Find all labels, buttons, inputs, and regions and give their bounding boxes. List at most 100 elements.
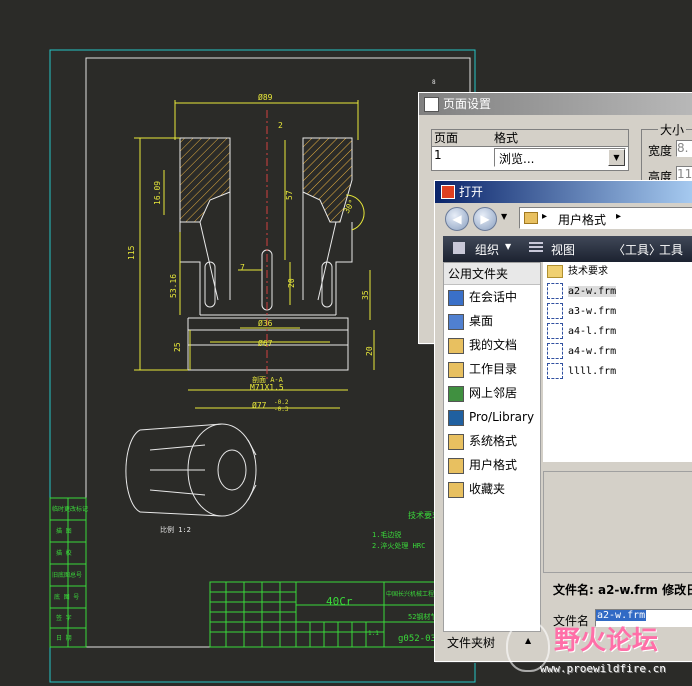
col-page-header[interactable]: 页面 <box>432 130 493 147</box>
left-label-1: 描 图 <box>56 527 72 535</box>
sidebar-item-label: 在会话中 <box>469 290 518 304</box>
frm-file-icon <box>547 323 563 339</box>
dim-67: Ø67 <box>258 338 273 348</box>
page-setup-titlebar[interactable]: 页面设置 <box>419 93 692 115</box>
page-setup-title: 页面设置 <box>443 97 492 111</box>
open-dialog-title: 打开 <box>459 185 484 199</box>
dim-thread: M71X1.5 <box>250 383 284 392</box>
history-dropdown-icon[interactable]: ▼ <box>501 212 507 221</box>
file-list-item[interactable]: a2-w.frm <box>543 282 692 302</box>
title-scale: 1:1 <box>368 630 379 637</box>
sidebar-item[interactable]: 在会话中 <box>444 285 540 309</box>
frm-file-icon <box>547 343 563 359</box>
left-label-6: 日 期 <box>56 634 72 642</box>
sidebar-item-label: 桌面 <box>469 314 494 328</box>
views-button[interactable]: 视图 <box>551 241 575 258</box>
tools-button-2[interactable]: 工具 <box>659 241 683 258</box>
dim-115: 115 <box>127 245 136 260</box>
left-label-2: 描 校 <box>56 549 72 557</box>
sidebar-item-label: 工作目录 <box>469 362 518 376</box>
page-number-cell[interactable]: 1 <box>434 148 442 162</box>
file-list: 技术要求 a2-w.frm a3-w.frm a4-l.frm a4-w.frm llll… <box>543 262 692 462</box>
sidebar-item-label: 用户格式 <box>469 458 518 472</box>
sidebar-item-icon <box>448 433 464 450</box>
watermark-url: www.proewildfire.cn <box>540 662 666 675</box>
breadcrumb[interactable]: ▸ 用户格式 ▸ <box>519 207 692 229</box>
width-input[interactable]: 8. <box>676 140 692 157</box>
left-label-3: 旧底图总号 <box>52 571 82 579</box>
sidebar-item[interactable]: 系统格式 <box>444 429 540 453</box>
sidebar-item[interactable]: 工作目录 <box>444 357 540 381</box>
sidebar-item-icon <box>448 337 464 354</box>
sidebar-item-icon <box>448 409 464 426</box>
file-list-item[interactable]: a4-w.frm <box>543 342 692 362</box>
format-select[interactable]: 浏览... ▼ <box>494 148 626 167</box>
file-list-item-label: a4-l.frm <box>568 326 617 337</box>
sidebar-item-label: 收藏夹 <box>469 482 506 496</box>
sidebar-item[interactable]: 我的文档 <box>444 333 540 357</box>
open-dialog: 打开 ◀ ▶ ▼ ▸ 用户格式 ▸ 组织 ▼ 视图 〈工具〉 工具 公用文件夹 … <box>434 180 692 662</box>
sidebar-header: 公用文件夹 <box>444 263 540 285</box>
dim-2: 2 <box>278 121 283 130</box>
sidebar-item[interactable]: 网上邻居 <box>444 381 540 405</box>
dim-53: 53.16 <box>169 274 178 298</box>
dim-20b: 20 <box>365 346 374 356</box>
dim-7: 7 <box>240 263 245 272</box>
ref-8: 8 <box>432 79 436 86</box>
dim-top: Ø89 <box>258 92 273 102</box>
sidebar-item-icon <box>448 313 464 330</box>
preview-pane <box>543 471 692 573</box>
open-window-icon <box>441 185 455 199</box>
frm-file-icon <box>547 283 563 299</box>
file-list-item[interactable]: a4-l.frm <box>543 322 692 342</box>
sheet-border-inner <box>85 57 471 648</box>
size-group-label: 大小 <box>658 121 687 138</box>
folder-tree-toggle[interactable]: 文件夹树 <box>447 634 495 651</box>
file-list-item[interactable]: 技术要求 <box>543 262 692 282</box>
sidebar-item-label: 系统格式 <box>469 434 518 448</box>
width-label: 宽度 <box>648 144 673 158</box>
sidebar-item[interactable]: 桌面 <box>444 309 540 333</box>
file-info-row: 文件名: a2-w.frm 修改日 <box>553 583 692 597</box>
col-format-header[interactable]: 格式 <box>492 130 628 147</box>
format-dropdown-arrow-icon[interactable]: ▼ <box>608 149 625 166</box>
forward-button-icon[interactable]: ▶ <box>473 207 497 231</box>
dim-77: Ø77 <box>252 400 267 410</box>
sidebar-item-icon <box>448 385 464 402</box>
iso-scale: 比例 1:2 <box>160 525 191 534</box>
file-list-item-label: a2-w.frm <box>568 286 617 297</box>
sidebar-item-label: Pro/Library <box>469 410 535 424</box>
organize-button[interactable]: 组织 <box>475 241 499 258</box>
file-list-item[interactable]: llll.frm <box>543 362 692 382</box>
title-drawing-no: g052-03 <box>398 634 436 644</box>
file-list-item-label: llll.frm <box>568 366 617 377</box>
dim-77-lo: -0.3 <box>274 406 289 413</box>
views-icon <box>529 242 543 254</box>
tech-req-2: 2.淬火处理 HRC <box>372 541 425 550</box>
left-label-4: 底 图 号 <box>54 593 79 601</box>
open-dialog-titlebar[interactable]: 打开 <box>435 181 692 203</box>
dim-35: 35 <box>361 290 370 300</box>
tools-button-1[interactable]: 〈工具〉 <box>613 241 661 258</box>
isometric-view <box>125 423 257 517</box>
dim-16: 16.09 <box>153 181 162 205</box>
breadcrumb-sep2-icon: ▸ <box>616 211 622 222</box>
sidebar-item-icon <box>448 289 464 306</box>
sidebar-item[interactable]: 用户格式 <box>444 453 540 477</box>
breadcrumb-sep-icon: ▸ <box>542 211 548 222</box>
back-button-icon[interactable]: ◀ <box>445 207 469 231</box>
watermark-name: 野火论坛 <box>554 626 659 656</box>
sidebar-item[interactable]: Pro/Library <box>444 405 540 429</box>
page-setup-window-icon <box>424 97 439 112</box>
toolbar: 组织 ▼ 视图 〈工具〉 工具 <box>443 236 692 262</box>
tech-req-1: 1.毛边锐 <box>372 530 401 539</box>
breadcrumb-current[interactable]: 用户格式 <box>558 211 606 228</box>
watermark: 野火论坛 www.proewildfire.cn <box>506 614 692 686</box>
file-list-item[interactable]: a3-w.frm <box>543 302 692 322</box>
sidebar-item-icon <box>448 481 464 498</box>
sidebar-item[interactable]: 收藏夹 <box>444 477 540 501</box>
dim-77-up: -0.2 <box>274 399 289 406</box>
left-label-0: 临时更改标记 <box>52 505 88 513</box>
file-list-item-label: a3-w.frm <box>568 306 617 317</box>
sidebar-item-icon <box>448 361 464 378</box>
